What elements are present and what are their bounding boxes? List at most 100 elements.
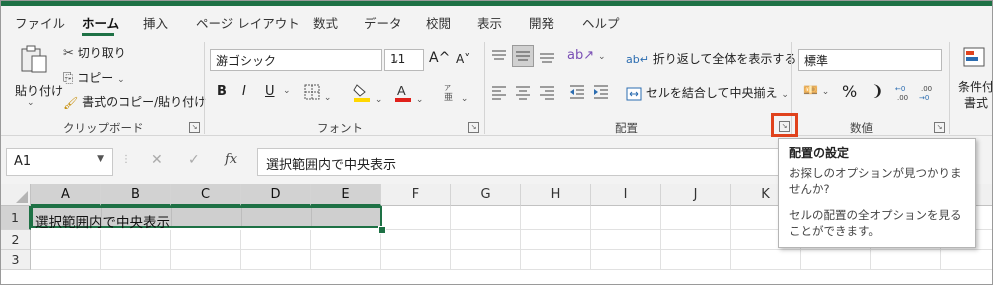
bold-button[interactable]: B [217, 84, 227, 99]
number-dialog-launcher-icon[interactable]: ↘ [934, 122, 945, 133]
fill-color-button[interactable]: ⌄ [353, 82, 382, 105]
scissors-icon: ✂ [63, 46, 74, 61]
column-header-b[interactable]: B [101, 184, 171, 206]
number-format-select[interactable]: 標準 ⌄ [798, 49, 942, 71]
increase-decimal-icon: ←0.00 [895, 85, 908, 102]
svg-text:亜: 亜 [444, 92, 453, 101]
svg-text:.00: .00 [897, 94, 908, 101]
align-middle-button[interactable] [512, 45, 534, 67]
tab-page-layout[interactable]: ページ レイアウト [196, 13, 300, 32]
conditional-formatting-label-2: 書式 [964, 96, 989, 110]
tab-file[interactable]: ファイル [15, 13, 65, 32]
row-header-1[interactable]: 1 [1, 206, 31, 230]
tab-home[interactable]: ホーム [82, 13, 119, 32]
select-all-corner[interactable] [1, 184, 31, 206]
font-size-select[interactable]: 11 ⌄ [384, 49, 424, 71]
underline-button[interactable]: U [265, 84, 275, 99]
column-header-f[interactable]: F [381, 184, 451, 206]
tab-view[interactable]: 表示 [477, 13, 502, 32]
row-header-2[interactable]: 2 [1, 230, 31, 250]
chevron-down-icon[interactable]: ⌄ [283, 86, 291, 96]
alignment-settings-tooltip: 配置の設定 お探しのオプションが見つかりませんか? セルの配置の全オプションを見… [778, 138, 976, 248]
conditional-formatting-label-1: 条件付 [958, 80, 993, 94]
row-header-3[interactable]: 3 [1, 250, 31, 270]
column-header-j[interactable]: J [661, 184, 731, 206]
svg-text:←0: ←0 [895, 85, 905, 93]
column-header-g[interactable]: G [451, 184, 521, 206]
column-header-e[interactable]: E [311, 184, 381, 206]
decrease-decimal-button[interactable]: .00 →0 [919, 83, 937, 104]
align-bottom-button[interactable] [539, 48, 557, 66]
tab-data[interactable]: データ [364, 13, 402, 32]
insert-function-button[interactable]: fx [225, 152, 237, 167]
copy-button[interactable]: ⎘ コピー ⌄ [63, 69, 125, 86]
grid-row[interactable] [31, 250, 992, 270]
decrease-indent-button[interactable] [569, 84, 585, 103]
font-dialog-launcher-icon[interactable]: ↘ [468, 122, 479, 133]
column-header-i[interactable]: I [591, 184, 661, 206]
chevron-down-icon: ⌄ [390, 52, 401, 66]
selected-range[interactable]: 選択範囲内で中央表示 [31, 206, 382, 231]
paste-button[interactable]: 貼り付け ⌄ [15, 44, 63, 108]
merge-center-button[interactable]: セルを結合して中央揃え ⌄ [626, 84, 789, 102]
increase-decimal-button[interactable]: ←0.00 [895, 83, 913, 104]
italic-button[interactable]: I [242, 84, 246, 99]
svg-text:.00: .00 [921, 85, 932, 93]
group-separator [484, 42, 485, 134]
align-center-button[interactable] [515, 84, 531, 103]
formula-input[interactable]: 選択範囲内で中央表示 [257, 148, 779, 176]
align-top-icon [492, 50, 506, 60]
column-header-d[interactable]: D [241, 184, 311, 206]
wrap-text-label: 折り返して全体を表示する [652, 52, 797, 66]
column-header-h[interactable]: H [521, 184, 591, 206]
borders-button[interactable]: ⌄ [304, 84, 331, 103]
tab-review[interactable]: 校閲 [426, 13, 451, 32]
align-left-button[interactable] [491, 84, 507, 103]
grow-font-button[interactable]: A^ [429, 50, 450, 66]
align-center-icon [516, 86, 530, 100]
clipboard-dialog-launcher-icon[interactable]: ↘ [189, 122, 200, 133]
number-group-label: 数値 [850, 121, 873, 135]
align-right-button[interactable] [539, 84, 555, 103]
shrink-font-button[interactable]: A˅ [456, 52, 470, 66]
align-right-icon [540, 86, 554, 100]
paintbrush-icon: 🖌 [63, 95, 79, 110]
column-header-a[interactable]: A [31, 184, 101, 206]
more-options-icon[interactable]: ⋮ [121, 154, 131, 165]
tab-help[interactable]: ヘルプ [582, 13, 620, 32]
font-group-label: フォント [317, 121, 363, 135]
comma-style-button[interactable]: ❩ [871, 82, 884, 100]
wrap-text-icon: ab↵ [626, 53, 649, 66]
chevron-down-icon: ⌄ [804, 52, 815, 66]
cut-button[interactable]: ✂ 切り取り [63, 44, 126, 61]
format-painter-button[interactable]: 🖌 書式のコピー/貼り付け [63, 93, 206, 110]
paint-bucket-icon [353, 84, 370, 102]
increase-indent-button[interactable] [593, 84, 609, 103]
chevron-down-icon: ⌄ [117, 75, 125, 85]
tab-formulas[interactable]: 数式 [313, 13, 338, 32]
fill-handle[interactable] [378, 226, 386, 234]
align-top-button[interactable] [491, 48, 509, 66]
phonetic-button[interactable]: ア亜 ⌄ [441, 83, 468, 104]
font-color-button[interactable]: A ⌄ [394, 82, 423, 105]
chevron-down-icon: ⌄ [460, 94, 469, 104]
cancel-button[interactable]: ✕ [151, 152, 163, 168]
enter-button[interactable]: ✓ [188, 152, 200, 168]
chevron-down-icon: ⌄ [597, 52, 606, 62]
currency-icon: 💴 [803, 83, 818, 97]
name-box[interactable]: A1 ▼ [6, 148, 113, 176]
font-name-select[interactable]: 游ゴシック ⌄ [210, 49, 382, 71]
accounting-format-button[interactable]: 💴 ⌄ [803, 83, 829, 97]
percent-style-button[interactable]: % [842, 82, 857, 101]
decrease-decimal-icon: .00→0 [919, 85, 932, 102]
conditional-formatting-button[interactable]: 条件付 書式 [956, 44, 993, 114]
tab-developer[interactable]: 開発 [529, 13, 554, 32]
phonetic-guide-icon: ア亜 [444, 84, 453, 103]
wrap-text-button[interactable]: ab↵ 折り返して全体を表示する [626, 50, 796, 67]
copy-label: コピー [77, 71, 114, 85]
orientation-button[interactable]: ab↗ ⌄ [567, 48, 606, 63]
clipboard-group-label: クリップボード [63, 121, 144, 135]
column-header-c[interactable]: C [171, 184, 241, 206]
tab-insert[interactable]: 挿入 [143, 13, 168, 32]
formula-content: 選択範囲内で中央表示 [266, 158, 397, 173]
